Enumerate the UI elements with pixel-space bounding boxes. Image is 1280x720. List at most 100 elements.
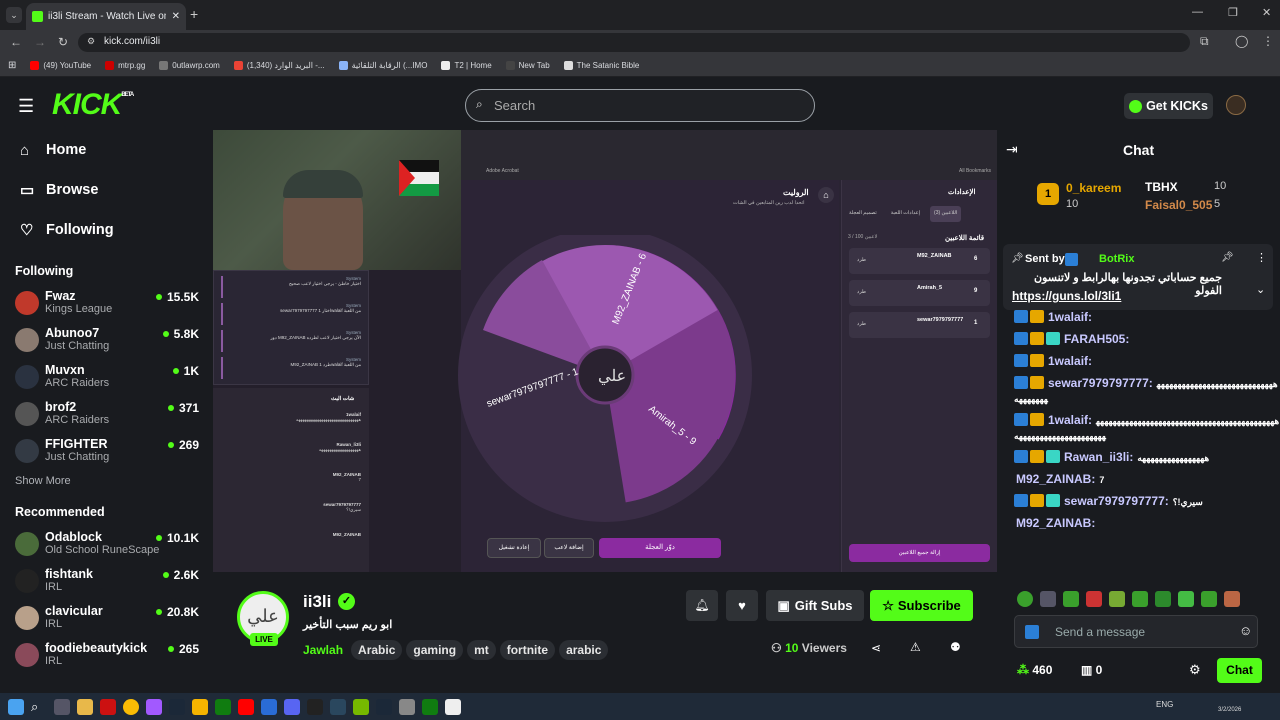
recommended-channel[interactable]: Odablock Old School RuneScape 10.1K [0, 527, 213, 564]
profile-icon[interactable]: ◯ [1235, 34, 1248, 48]
spin-wheel-button[interactable]: دوّر العجلة [599, 538, 721, 558]
chat-username[interactable]: M92_ZAINAB: [1016, 472, 1095, 486]
recommended-channel[interactable]: clavicular IRL 20.8K [0, 601, 213, 638]
youtube-icon[interactable] [238, 698, 254, 715]
bookmark-youtube[interactable]: (49) YouTube [30, 61, 91, 70]
tag[interactable]: fortnite [499, 640, 556, 660]
bookmark-newtab[interactable]: New Tab [505, 61, 550, 70]
chat-username[interactable]: sewar7979797777: [1064, 494, 1169, 508]
restart-button[interactable]: إعادة تشغيل [487, 538, 541, 558]
tag[interactable]: Arabic [351, 640, 403, 660]
tab-game-settings[interactable]: إعدادات اللعبة [881, 206, 930, 222]
category-link[interactable]: Jawlah [303, 643, 343, 657]
chat-message[interactable]: FARAH505: [997, 332, 1280, 347]
app-icon-2[interactable] [399, 698, 415, 715]
pinned-user[interactable]: BotRix [1099, 253, 1134, 265]
bookmark-outlaw[interactable]: 0utlawrp.com [159, 61, 220, 70]
xbox-icon[interactable] [215, 698, 231, 715]
steam-icon-2[interactable] [330, 698, 346, 715]
bookmark-gmail[interactable]: (1,340) البريد الوارد -... [233, 61, 325, 70]
send-chat-button[interactable]: Chat [1217, 658, 1262, 683]
bookmark-imo[interactable]: الرقابة التلقائية (...IMO [338, 61, 427, 70]
recommended-channel[interactable]: fishtank IRL 2.6K [0, 564, 213, 601]
chat-message[interactable]: M92_ZAINAB: [997, 516, 1280, 531]
emote-icon[interactable] [1109, 591, 1125, 607]
chat-message[interactable]: Rawan_ii3li: ههههههههههههههههه [997, 450, 1280, 465]
kick-logo[interactable]: KICKBETA [52, 88, 134, 122]
chat-input[interactable]: Send a message ☺ [1014, 615, 1258, 648]
kick-player-button[interactable]: طرد [857, 321, 866, 327]
leader-name[interactable]: Faisal0_505 [1145, 198, 1212, 212]
more-options-icon[interactable]: ⋮ [1256, 251, 1267, 264]
hamburger-menu-icon[interactable]: ☰ [18, 96, 34, 117]
chat-username[interactable]: M92_ZAINAB: [1016, 516, 1095, 530]
chat-message[interactable]: 1walaif: [997, 310, 1280, 325]
url-input[interactable]: ⚙ kick.com/ii3li [78, 33, 1190, 52]
share-icon[interactable]: ⋖ [871, 641, 881, 655]
taskbar-date[interactable]: 3/2/2026 [1218, 707, 1241, 713]
emote-icon[interactable] [1063, 591, 1079, 607]
rockstar-icon[interactable] [192, 698, 208, 715]
restore-icon[interactable]: ❐ [1228, 6, 1238, 19]
recommended-channel[interactable]: foodiebeautykick IRL 265 [0, 638, 213, 675]
follow-heart-button[interactable]: ♥ [726, 590, 758, 621]
chat-username[interactable]: FARAH505: [1064, 332, 1129, 346]
forward-icon[interactable]: → [34, 35, 46, 49]
following-channel[interactable]: Fwaz Kings League 15.5K [0, 286, 213, 323]
emote-icon[interactable] [1201, 591, 1217, 607]
reload-icon[interactable]: ↻ [58, 35, 68, 49]
gift-subs-button[interactable]: ▣ Gift Subs [766, 590, 864, 621]
leader-name[interactable]: TBHX [1145, 180, 1178, 194]
notification-bell-button[interactable]: 🔔︎ [686, 590, 718, 621]
chat-settings-icon[interactable]: ⚙ [1189, 662, 1201, 678]
minimize-icon[interactable]: — [1192, 6, 1203, 18]
apps-icon[interactable]: ⊞ [8, 60, 16, 71]
emote-icon[interactable] [1224, 591, 1240, 607]
back-icon[interactable]: ← [10, 35, 22, 49]
nvidia-icon[interactable] [353, 698, 369, 715]
expand-chevron-icon[interactable]: ⌄ [1256, 283, 1265, 296]
get-kicks-button[interactable]: Get KICKs [1124, 93, 1213, 119]
emoji-icon[interactable]: ☺ [1239, 623, 1252, 638]
new-tab-button[interactable]: + [190, 6, 198, 22]
emote-icon[interactable] [1155, 591, 1171, 607]
nav-home[interactable]: ⌂ Home [0, 130, 213, 170]
emote-icon[interactable] [1178, 591, 1194, 607]
unpin-icon[interactable]: 📌︎ [1221, 252, 1234, 263]
chat-username[interactable]: 1walaif: [1048, 354, 1092, 368]
windows-start-icon[interactable] [8, 698, 24, 715]
collapse-chat-icon[interactable]: ⇥ [1006, 141, 1018, 158]
channel-name[interactable]: ii3li [303, 592, 331, 612]
pinned-message[interactable]: 📌︎ Sent by BotRix 📌︎ ⋮ جميع حساباتي تجدو… [1003, 244, 1273, 310]
taskbar-search-icon[interactable]: ⌕ [31, 699, 47, 715]
tag[interactable]: arabic [559, 640, 609, 660]
app-icon-3[interactable] [445, 698, 461, 715]
add-player-button[interactable]: إضافة لاعب [544, 538, 594, 558]
following-channel[interactable]: Abunoo7 Just Chatting 5.8K [0, 323, 213, 360]
language-indicator[interactable]: ENG [1156, 700, 1173, 709]
bookmark-t2[interactable]: T2 | Home [441, 61, 492, 70]
figma-icon[interactable] [146, 698, 162, 715]
user-menu-icon[interactable]: ⚉ [950, 640, 961, 654]
terminal-icon[interactable] [307, 698, 323, 715]
tab-wheel-design[interactable]: تصميم العجلة [845, 206, 881, 222]
browser-tab[interactable]: ii3li Stream - Watch Live on Kick ✕ [26, 3, 186, 30]
app-icon[interactable] [261, 698, 277, 715]
steam-icon-3[interactable] [376, 698, 392, 715]
bookmark-satanic-bible[interactable]: The Satanic Bible [563, 61, 639, 70]
close-window-icon[interactable]: ✕ [1262, 6, 1271, 19]
tab-list-button[interactable]: ⌄ [6, 7, 22, 23]
video-player[interactable]: Adobe Acrobat All Bookmarks الروليت اتحد… [213, 130, 997, 572]
acrobat-icon[interactable] [100, 698, 116, 715]
site-info-icon[interactable]: ⚙ [87, 36, 95, 47]
tab-close-icon[interactable]: ✕ [172, 11, 180, 22]
gifts-balance[interactable]: ▥ 0 [1081, 663, 1102, 677]
report-icon[interactable]: ⚠ [910, 640, 921, 654]
show-more-link[interactable]: Show More [0, 475, 213, 495]
nav-browse[interactable]: ▭ Browse [0, 170, 213, 210]
tag[interactable]: gaming [406, 640, 464, 660]
emote-icon[interactable] [1086, 591, 1102, 607]
chat-username[interactable]: Rawan_ii3li: [1064, 450, 1133, 464]
chat-message[interactable]: 1walaif: هههههههههههههههههههههههههههههههه… [997, 413, 1280, 443]
roulette-wheel[interactable]: علي M92_ZAINAB - 6 Amirah_5 - 9 sewar797… [458, 235, 758, 535]
